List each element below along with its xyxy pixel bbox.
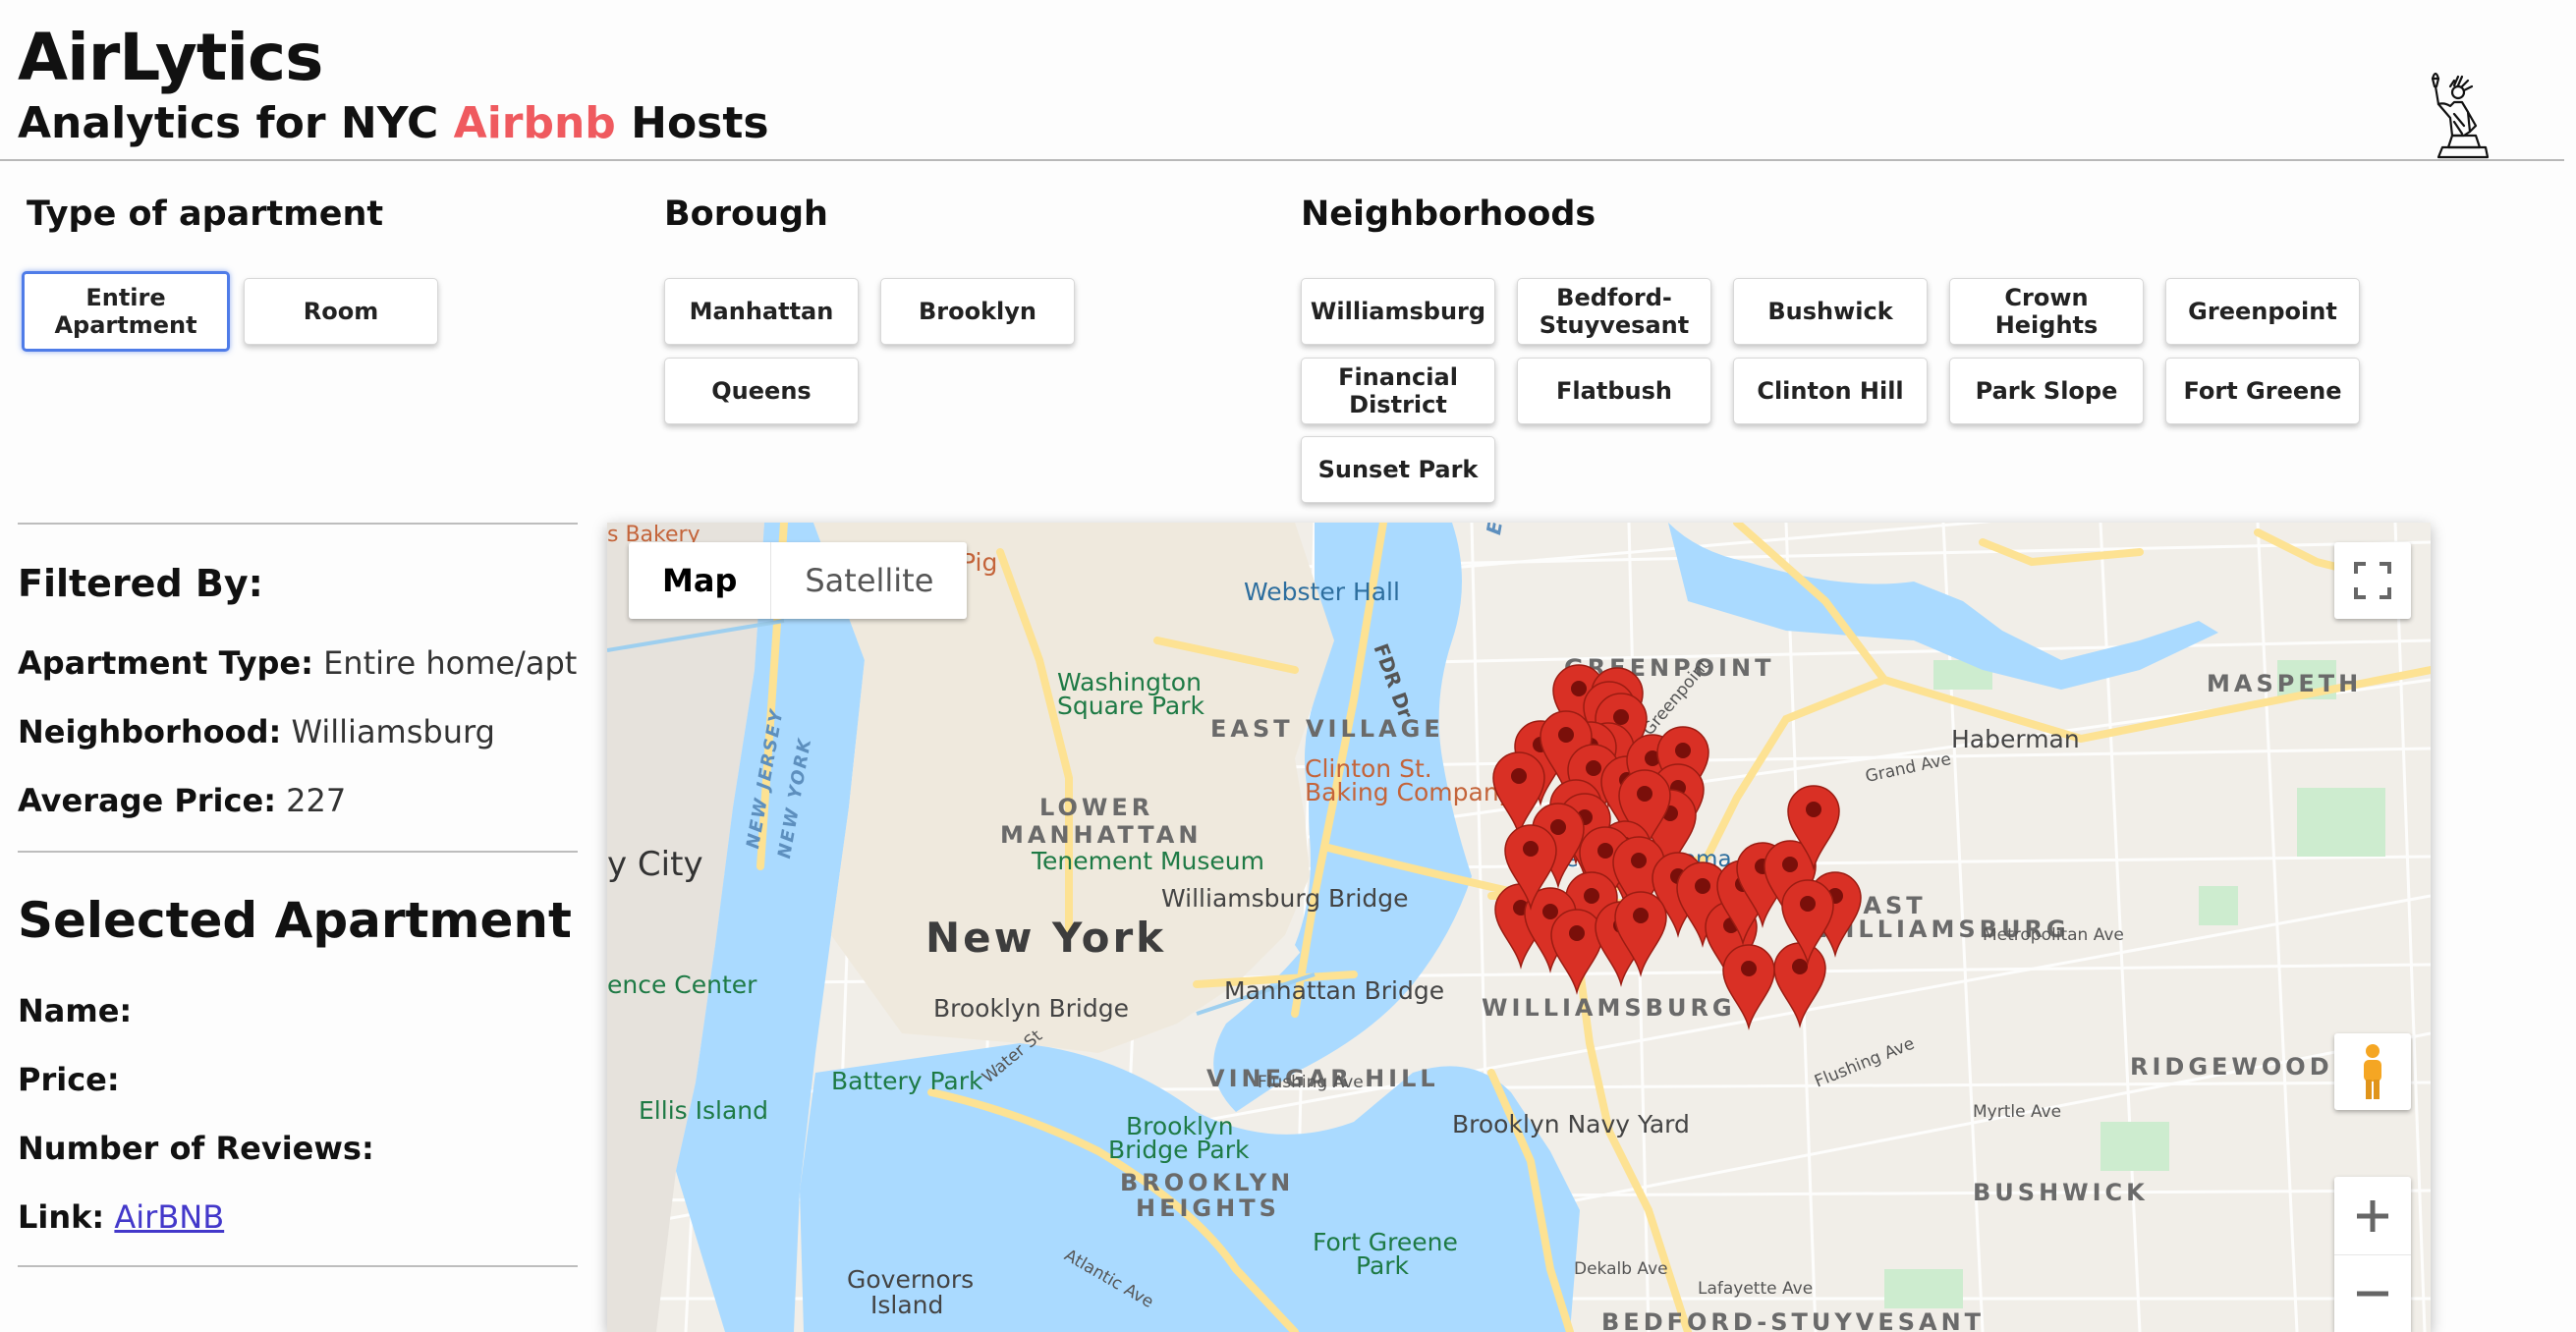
listing-marker[interactable] bbox=[1550, 909, 1603, 995]
marker-dot bbox=[1675, 743, 1691, 758]
filter-neighborhood-row: Neighborhood: Williamsburg bbox=[18, 713, 495, 750]
neighborhood-bushwick-button[interactable]: Bushwick bbox=[1733, 278, 1928, 345]
marker-dot bbox=[1633, 908, 1649, 923]
marker-dot bbox=[1695, 878, 1710, 894]
marker-dot bbox=[1571, 681, 1587, 696]
apartment-reviews-row: Number of Reviews: bbox=[18, 1130, 374, 1167]
neighborhood-clinton-hill-button[interactable]: Clinton Hill bbox=[1733, 358, 1928, 424]
fullscreen-icon bbox=[2354, 562, 2391, 599]
app-header: AirLytics Analytics for NYC Airbnb Hosts bbox=[0, 0, 2564, 161]
marker-dot bbox=[1741, 961, 1757, 976]
marker-dot bbox=[1792, 959, 1808, 974]
apartment-type-title: Type of apartment bbox=[27, 194, 384, 234]
borough-brooklyn-button[interactable]: Brooklyn bbox=[880, 278, 1075, 345]
neighborhood-fort-greene-button[interactable]: Fort Greene bbox=[2165, 358, 2360, 424]
borough-manhattan-button[interactable]: Manhattan bbox=[664, 278, 859, 345]
listing-markers[interactable] bbox=[607, 523, 2431, 1332]
sidebar-divider bbox=[18, 1265, 578, 1267]
marker-dot bbox=[1511, 768, 1527, 784]
neighborhood-flatbush-button[interactable]: Flatbush bbox=[1517, 358, 1711, 424]
selected-apartment-heading: Selected Apartment bbox=[18, 892, 572, 949]
minus-icon bbox=[2357, 1291, 2388, 1296]
marker-dot bbox=[1569, 925, 1585, 941]
marker-dot bbox=[1523, 841, 1539, 857]
map-type-satellite-button[interactable]: Satellite bbox=[771, 542, 967, 619]
airbnb-link[interactable]: AirBNB bbox=[114, 1198, 224, 1236]
apartment-name-row: Name: bbox=[18, 992, 133, 1029]
filter-average-price-row: Average Price: 227 bbox=[18, 782, 347, 819]
neighborhood-financial-district-button[interactable]: Financial District bbox=[1301, 358, 1495, 424]
marker-dot bbox=[1806, 802, 1821, 817]
neighborhoods-title: Neighborhoods bbox=[1301, 194, 1596, 234]
marker-dot bbox=[1631, 853, 1647, 868]
app-title: AirLytics bbox=[18, 20, 323, 95]
marker-dot bbox=[1542, 904, 1558, 919]
filtered-by-heading: Filtered By: bbox=[18, 562, 263, 605]
street-view-button[interactable] bbox=[2334, 1033, 2411, 1110]
statue-of-liberty-icon bbox=[2431, 72, 2490, 159]
neighborhood-greenpoint-button[interactable]: Greenpoint bbox=[2165, 278, 2360, 345]
fullscreen-button[interactable] bbox=[2334, 542, 2411, 619]
map-type-control[interactable]: Map Satellite bbox=[629, 542, 968, 619]
neighborhood-crown-heights-button[interactable]: Crown Heights bbox=[1949, 278, 2144, 345]
pegman-icon bbox=[2364, 1044, 2381, 1099]
borough-title: Borough bbox=[664, 194, 828, 234]
neighborhood-sunset-park-button[interactable]: Sunset Park bbox=[1301, 436, 1495, 503]
neighborhood-park-slope-button[interactable]: Park Slope bbox=[1949, 358, 2144, 424]
zoom-in-button[interactable] bbox=[2334, 1178, 2411, 1255]
filter-room-button[interactable]: Room bbox=[244, 278, 438, 345]
zoom-out-button[interactable] bbox=[2334, 1255, 2411, 1332]
marker-dot bbox=[1637, 786, 1652, 802]
app-subtitle: Analytics for NYC Airbnb Hosts bbox=[18, 98, 769, 148]
brand-name: Airbnb bbox=[453, 98, 616, 148]
map-type-map-button[interactable]: Map bbox=[629, 542, 772, 619]
borough-queens-button[interactable]: Queens bbox=[664, 358, 859, 424]
listing-marker[interactable] bbox=[1722, 944, 1775, 1030]
map-view[interactable]: GREENPOINT MASPETH EAST VILLAGE LOWER MA… bbox=[607, 523, 2431, 1332]
marker-dot bbox=[1558, 727, 1574, 743]
sidebar-divider bbox=[18, 523, 578, 525]
marker-dot bbox=[1584, 888, 1599, 904]
zoom-control[interactable] bbox=[2334, 1177, 2411, 1332]
listing-marker[interactable] bbox=[1773, 942, 1826, 1028]
apartment-link-row: Link: AirBNB bbox=[18, 1198, 225, 1236]
neighborhood-williamsburg-button[interactable]: Williamsburg bbox=[1301, 278, 1495, 345]
filter-entire-apartment-button[interactable]: Entire Apartment bbox=[22, 271, 230, 352]
marker-dot bbox=[1800, 896, 1816, 912]
marker-dot bbox=[1550, 819, 1566, 835]
sidebar-divider bbox=[18, 851, 578, 853]
neighborhood-bedford-stuyvesant-button[interactable]: Bedford-Stuyvesant bbox=[1517, 278, 1711, 345]
marker-dot bbox=[1597, 843, 1613, 859]
marker-dot bbox=[1586, 760, 1601, 776]
filter-apartment-type-row: Apartment Type: Entire home/apt bbox=[18, 644, 578, 682]
plus-icon bbox=[2357, 1199, 2388, 1232]
apartment-price-row: Price: bbox=[18, 1061, 120, 1098]
marker-dot bbox=[1613, 709, 1629, 725]
marker-dot bbox=[1782, 857, 1798, 872]
